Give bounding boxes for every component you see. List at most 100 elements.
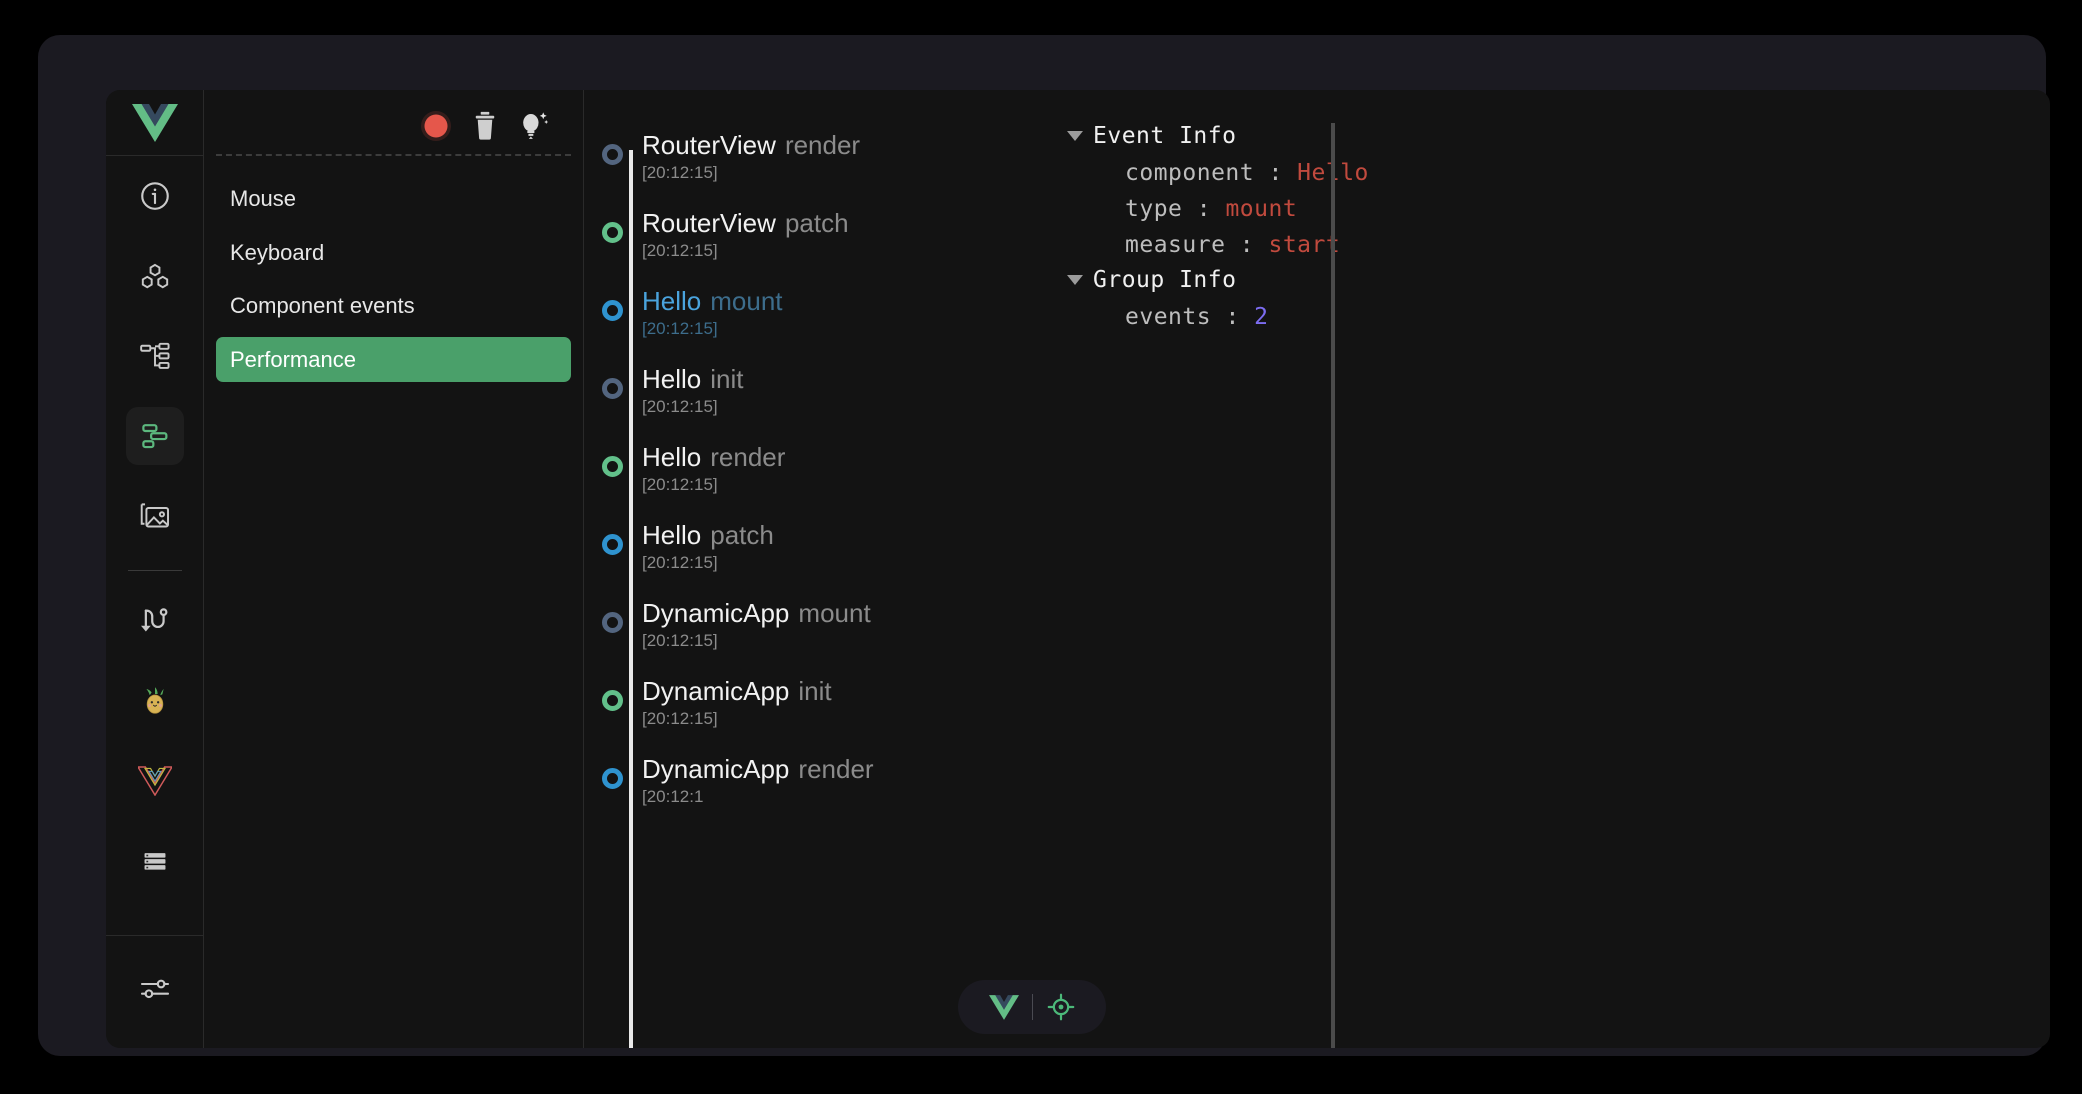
timeline-event-row-selected[interactable]: Hello mount [20:12:15] xyxy=(602,286,1033,366)
event-dot-icon xyxy=(602,456,623,477)
event-type: render xyxy=(710,442,786,472)
clear-button[interactable] xyxy=(472,111,498,141)
plugin-item-keyboard[interactable]: Keyboard xyxy=(216,230,571,276)
timeline-event-row[interactable]: RouterView patch [20:12:15] xyxy=(602,208,1033,288)
event-timestamp: [20:12:15] xyxy=(642,631,718,651)
event-title: RouterView patch xyxy=(642,208,1033,238)
event-dot-icon xyxy=(602,144,623,165)
vue-router-icon xyxy=(137,766,172,796)
timeline-event-row[interactable]: Hello patch [20:12:15] xyxy=(602,520,1033,600)
sidebar-item-routes[interactable] xyxy=(126,592,184,650)
panel-splitter[interactable] xyxy=(1331,123,1335,1048)
record-icon xyxy=(421,111,451,141)
event-timestamp: [20:12:15] xyxy=(642,709,718,729)
sidebar-divider-1 xyxy=(127,570,182,571)
event-title: Hello init xyxy=(642,364,1033,394)
sidebar-rail xyxy=(106,90,204,1048)
event-timestamp: [20:12:15] xyxy=(642,397,718,417)
routes-icon xyxy=(140,608,167,632)
event-title: DynamicApp init xyxy=(642,676,1033,706)
event-dot-icon xyxy=(602,612,623,633)
sidebar-item-vue-router[interactable] xyxy=(126,752,184,810)
sidebar-item-settings[interactable] xyxy=(126,960,184,1018)
event-component: Hello xyxy=(642,286,702,316)
sidebar-item-pages[interactable] xyxy=(126,832,184,890)
event-title: DynamicApp mount xyxy=(642,598,1033,628)
sidebar-item-assets[interactable] xyxy=(126,487,184,545)
pinia-icon xyxy=(145,687,164,714)
sidebar-logo[interactable] xyxy=(106,90,203,156)
timeline-event-list[interactable]: RouterView render [20:12:15] RouterView pa… xyxy=(584,90,1033,1048)
event-component: RouterView xyxy=(642,130,776,160)
event-component: Hello xyxy=(642,364,702,394)
event-component: Hello xyxy=(642,520,702,550)
info-icon xyxy=(140,182,169,210)
timeline-event-row[interactable]: Hello init [20:12:15] xyxy=(602,364,1033,444)
hint-button[interactable] xyxy=(517,110,549,142)
trash-icon xyxy=(475,111,495,140)
timeline-toolbar xyxy=(216,98,571,154)
event-timestamp: [20:12:15] xyxy=(642,319,718,339)
event-type: mount xyxy=(798,598,871,628)
event-timestamp: [20:12:15] xyxy=(642,553,718,573)
timeline-event-row[interactable]: RouterView render [20:12:15] xyxy=(602,130,1033,210)
plugin-item-performance[interactable]: Performance xyxy=(216,336,571,382)
event-component: DynamicApp xyxy=(642,676,790,706)
event-type: mount xyxy=(710,286,783,316)
app-window-outer: Mouse Keyboard Component events Performa… xyxy=(38,35,2050,1056)
inspector-key: type xyxy=(1125,196,1183,222)
timeline-event-row[interactable]: DynamicApp render [20:12:1 xyxy=(602,754,1033,834)
event-dot-icon xyxy=(602,300,623,321)
plugin-item-mouse[interactable]: Mouse xyxy=(216,176,571,222)
event-type: patch xyxy=(710,520,774,550)
event-component: RouterView xyxy=(642,208,776,238)
component-inspector-button[interactable] xyxy=(1033,985,1089,1029)
floating-devtools-bar xyxy=(958,980,1106,1034)
group-info-title: Group Info xyxy=(1093,267,1237,293)
plugin-panel: Mouse Keyboard Component events Performa… xyxy=(204,90,584,1048)
event-component: Hello xyxy=(642,442,702,472)
inspector-row-measure: measure : start xyxy=(1125,232,1341,258)
chevron-down-icon xyxy=(1067,275,1083,285)
event-type: init xyxy=(798,676,832,706)
sidebar-divider-2 xyxy=(106,935,203,936)
inspector-value: start xyxy=(1268,232,1341,258)
sidebar-item-component-tree[interactable] xyxy=(126,327,184,385)
chevron-down-icon xyxy=(1067,131,1083,141)
inspector-key: component xyxy=(1125,160,1255,186)
event-dot-icon xyxy=(602,690,623,711)
inspector-row-type: type : mount xyxy=(1125,196,1298,222)
event-info-header[interactable]: Event Info xyxy=(1067,123,2050,149)
event-timestamp: [20:12:15] xyxy=(642,475,718,495)
timeline-event-row[interactable]: DynamicApp init [20:12:15] xyxy=(602,676,1033,756)
event-title: RouterView render xyxy=(642,130,1033,160)
lightbulb-sparkle-icon xyxy=(523,112,549,139)
event-info-title: Event Info xyxy=(1093,123,1237,149)
inspector-key: events xyxy=(1125,304,1212,330)
vue-logo xyxy=(988,994,1019,1020)
settings-sliders-icon xyxy=(140,979,169,999)
list-icon xyxy=(144,853,165,870)
sidebar-item-components[interactable] xyxy=(126,247,184,305)
sidebar-item-info[interactable] xyxy=(126,167,184,225)
assets-icon xyxy=(140,503,169,528)
timeline-event-row[interactable]: Hello render [20:12:15] xyxy=(602,442,1033,522)
sidebar-primary-group xyxy=(125,156,184,901)
plugin-item-component-events[interactable]: Component events xyxy=(216,283,571,329)
group-info-header[interactable]: Group Info xyxy=(1067,267,2050,293)
event-dot-icon xyxy=(602,768,623,789)
event-title: DynamicApp render xyxy=(642,754,1033,784)
sidebar-item-pinia[interactable] xyxy=(126,672,184,730)
sidebar-item-timeline[interactable] xyxy=(125,407,184,465)
vue-logo xyxy=(131,103,178,142)
event-component: DynamicApp xyxy=(642,754,790,784)
event-type: patch xyxy=(784,208,849,238)
floating-vue-logo-button[interactable] xyxy=(976,985,1032,1029)
timeline-event-row[interactable]: DynamicApp mount [20:12:15] xyxy=(602,598,1033,678)
inspector-row-component: component : Hello xyxy=(1067,155,2050,191)
record-button[interactable] xyxy=(419,109,453,143)
event-timestamp: [20:12:15] xyxy=(642,241,718,261)
event-type: render xyxy=(798,754,874,784)
event-title: Hello render xyxy=(642,442,1033,472)
components-icon xyxy=(141,263,168,289)
